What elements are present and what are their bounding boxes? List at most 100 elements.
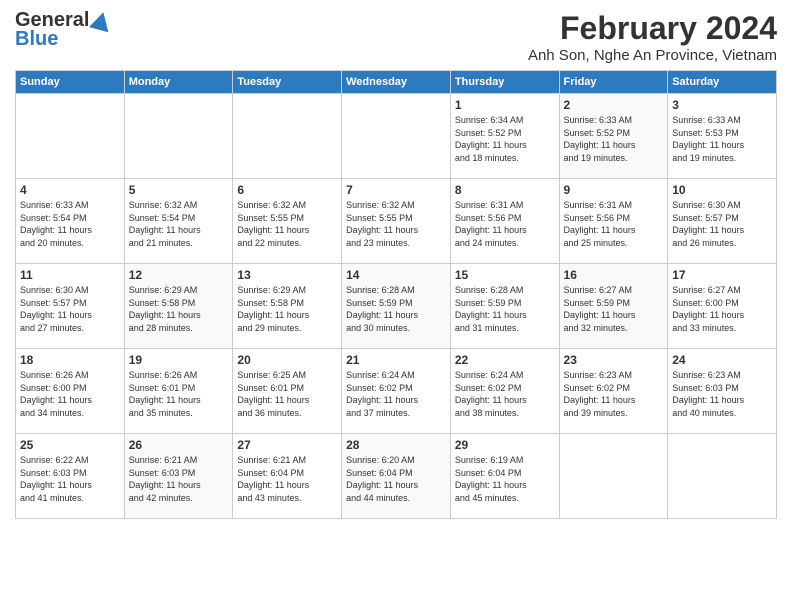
day-number: 16 — [564, 268, 664, 282]
day-number: 15 — [455, 268, 555, 282]
cell-info: Sunrise: 6:19 AM Sunset: 6:04 PM Dayligh… — [455, 454, 555, 504]
cell-info: Sunrise: 6:32 AM Sunset: 5:54 PM Dayligh… — [129, 199, 229, 249]
day-number: 4 — [20, 183, 120, 197]
cell-info: Sunrise: 6:32 AM Sunset: 5:55 PM Dayligh… — [237, 199, 337, 249]
day-number: 17 — [672, 268, 772, 282]
cell-info: Sunrise: 6:26 AM Sunset: 6:01 PM Dayligh… — [129, 369, 229, 419]
calendar-week-4: 18 Sunrise: 6:26 AM Sunset: 6:00 PM Dayli… — [16, 349, 777, 434]
header-tuesday: Tuesday — [233, 71, 342, 94]
calendar-cell: 28Sunrise: 6:20 AM Sunset: 6:04 PM Dayli… — [342, 434, 451, 519]
calendar-cell — [16, 94, 125, 179]
header-monday: Monday — [124, 71, 233, 94]
cell-info: Sunrise: 6:23 AM Sunset: 6:02 PM Dayligh… — [564, 369, 664, 419]
cell-info: Sunrise: 6:31 AM Sunset: 5:56 PM Dayligh… — [455, 199, 555, 249]
calendar-cell: 21 Sunrise: 6:24 AM Sunset: 6:02 PM Dayli… — [342, 349, 451, 434]
logo-blue: Blue — [15, 28, 58, 51]
calendar-cell: 13 Sunrise: 6:29 AM Sunset: 5:58 PM Dayli… — [233, 264, 342, 349]
cell-info: Sunrise: 6:24 AM Sunset: 6:02 PM Dayligh… — [346, 369, 446, 419]
calendar-cell: 3 Sunrise: 6:33 AM Sunset: 5:53 PM Daylig… — [668, 94, 777, 179]
calendar-cell: 1 Sunrise: 6:34 AM Sunset: 5:52 PM Daylig… — [450, 94, 559, 179]
cell-info: Sunrise: 6:22 AM Sunset: 6:03 PM Dayligh… — [20, 454, 120, 504]
day-number: 12 — [129, 268, 229, 282]
day-number: 25 — [20, 438, 120, 452]
calendar-header-row: SundayMondayTuesdayWednesdayThursdayFrid… — [16, 71, 777, 94]
day-number: 2 — [564, 98, 664, 112]
cell-info: Sunrise: 6:28 AM Sunset: 5:59 PM Dayligh… — [455, 284, 555, 334]
cell-info: Sunrise: 6:31 AM Sunset: 5:56 PM Dayligh… — [564, 199, 664, 249]
calendar-cell — [124, 94, 233, 179]
cell-info: Sunrise: 6:26 AM Sunset: 6:00 PM Dayligh… — [20, 369, 120, 419]
day-number: 5 — [129, 183, 229, 197]
day-number: 19 — [129, 353, 229, 367]
logo: General Blue — [15, 10, 111, 51]
day-number: 11 — [20, 268, 120, 282]
calendar-cell: 20 Sunrise: 6:25 AM Sunset: 6:01 PM Dayli… — [233, 349, 342, 434]
day-number: 10 — [672, 183, 772, 197]
cell-info: Sunrise: 6:21 AM Sunset: 6:04 PM Dayligh… — [237, 454, 337, 504]
calendar-cell: 8 Sunrise: 6:31 AM Sunset: 5:56 PM Daylig… — [450, 179, 559, 264]
cell-info: Sunrise: 6:30 AM Sunset: 5:57 PM Dayligh… — [20, 284, 120, 334]
cell-info: Sunrise: 6:24 AM Sunset: 6:02 PM Dayligh… — [455, 369, 555, 419]
cell-info: Sunrise: 6:27 AM Sunset: 6:00 PM Dayligh… — [672, 284, 772, 334]
calendar-cell: 14 Sunrise: 6:28 AM Sunset: 5:59 PM Dayli… — [342, 264, 451, 349]
day-number: 9 — [564, 183, 664, 197]
logo-triangle-icon — [89, 10, 113, 33]
day-number: 22 — [455, 353, 555, 367]
cell-info: Sunrise: 6:21 AM Sunset: 6:03 PM Dayligh… — [129, 454, 229, 504]
calendar-cell — [668, 434, 777, 519]
day-number: 1 — [455, 98, 555, 112]
month-title: February 2024 — [528, 10, 777, 47]
calendar-table: SundayMondayTuesdayWednesdayThursdayFrid… — [15, 70, 777, 519]
calendar-cell: 26 Sunrise: 6:21 AM Sunset: 6:03 PM Dayli… — [124, 434, 233, 519]
calendar-cell: 2Sunrise: 6:33 AM Sunset: 5:52 PM Daylig… — [559, 94, 668, 179]
day-number: 29 — [455, 438, 555, 452]
day-number: 3 — [672, 98, 772, 112]
cell-info: Sunrise: 6:32 AM Sunset: 5:55 PM Dayligh… — [346, 199, 446, 249]
header-saturday: Saturday — [668, 71, 777, 94]
title-area: February 2024 Anh Son, Nghe An Province,… — [528, 10, 777, 64]
cell-info: Sunrise: 6:33 AM Sunset: 5:54 PM Dayligh… — [20, 199, 120, 249]
calendar-cell: 24 Sunrise: 6:23 AM Sunset: 6:03 PM Dayli… — [668, 349, 777, 434]
calendar-cell: 19 Sunrise: 6:26 AM Sunset: 6:01 PM Dayli… — [124, 349, 233, 434]
calendar-cell: 18 Sunrise: 6:26 AM Sunset: 6:00 PM Dayli… — [16, 349, 125, 434]
cell-info: Sunrise: 6:33 AM Sunset: 5:53 PM Dayligh… — [672, 114, 772, 164]
day-number: 8 — [455, 183, 555, 197]
day-number: 27 — [237, 438, 337, 452]
logo-general: General — [15, 10, 89, 30]
cell-info: Sunrise: 6:29 AM Sunset: 5:58 PM Dayligh… — [129, 284, 229, 334]
day-number: 18 — [20, 353, 120, 367]
day-number: 26 — [129, 438, 229, 452]
calendar-week-5: 25 Sunrise: 6:22 AM Sunset: 6:03 PM Dayli… — [16, 434, 777, 519]
calendar-cell: 12 Sunrise: 6:29 AM Sunset: 5:58 PM Dayli… — [124, 264, 233, 349]
calendar-cell: 15 Sunrise: 6:28 AM Sunset: 5:59 PM Dayli… — [450, 264, 559, 349]
calendar-cell — [342, 94, 451, 179]
cell-info: Sunrise: 6:23 AM Sunset: 6:03 PM Dayligh… — [672, 369, 772, 419]
calendar-week-1: 1 Sunrise: 6:34 AM Sunset: 5:52 PM Daylig… — [16, 94, 777, 179]
day-number: 21 — [346, 353, 446, 367]
cell-info: Sunrise: 6:25 AM Sunset: 6:01 PM Dayligh… — [237, 369, 337, 419]
calendar-week-3: 11 Sunrise: 6:30 AM Sunset: 5:57 PM Dayli… — [16, 264, 777, 349]
day-number: 13 — [237, 268, 337, 282]
day-number: 23 — [564, 353, 664, 367]
day-number: 20 — [237, 353, 337, 367]
header-sunday: Sunday — [16, 71, 125, 94]
calendar-cell: 25 Sunrise: 6:22 AM Sunset: 6:03 PM Dayli… — [16, 434, 125, 519]
day-number: 7 — [346, 183, 446, 197]
calendar-cell: 11 Sunrise: 6:30 AM Sunset: 5:57 PM Dayli… — [16, 264, 125, 349]
calendar-cell: 17 Sunrise: 6:27 AM Sunset: 6:00 PM Dayli… — [668, 264, 777, 349]
cell-info: Sunrise: 6:28 AM Sunset: 5:59 PM Dayligh… — [346, 284, 446, 334]
cell-info: Sunrise: 6:27 AM Sunset: 5:59 PM Dayligh… — [564, 284, 664, 334]
calendar-cell: 7 Sunrise: 6:32 AM Sunset: 5:55 PM Daylig… — [342, 179, 451, 264]
calendar-cell: 27 Sunrise: 6:21 AM Sunset: 6:04 PM Dayli… — [233, 434, 342, 519]
cell-info: Sunrise: 6:29 AM Sunset: 5:58 PM Dayligh… — [237, 284, 337, 334]
page-header: General Blue February 2024 Anh Son, Nghe… — [15, 10, 777, 64]
day-number: 24 — [672, 353, 772, 367]
day-number: 14 — [346, 268, 446, 282]
calendar-cell: 16 Sunrise: 6:27 AM Sunset: 5:59 PM Dayli… — [559, 264, 668, 349]
calendar-cell: 9 Sunrise: 6:31 AM Sunset: 5:56 PM Daylig… — [559, 179, 668, 264]
calendar-cell: 22 Sunrise: 6:24 AM Sunset: 6:02 PM Dayli… — [450, 349, 559, 434]
cell-info: Sunrise: 6:34 AM Sunset: 5:52 PM Dayligh… — [455, 114, 555, 164]
header-friday: Friday — [559, 71, 668, 94]
cell-info: Sunrise: 6:20 AM Sunset: 6:04 PM Dayligh… — [346, 454, 446, 504]
calendar-cell: 4 Sunrise: 6:33 AM Sunset: 5:54 PM Daylig… — [16, 179, 125, 264]
